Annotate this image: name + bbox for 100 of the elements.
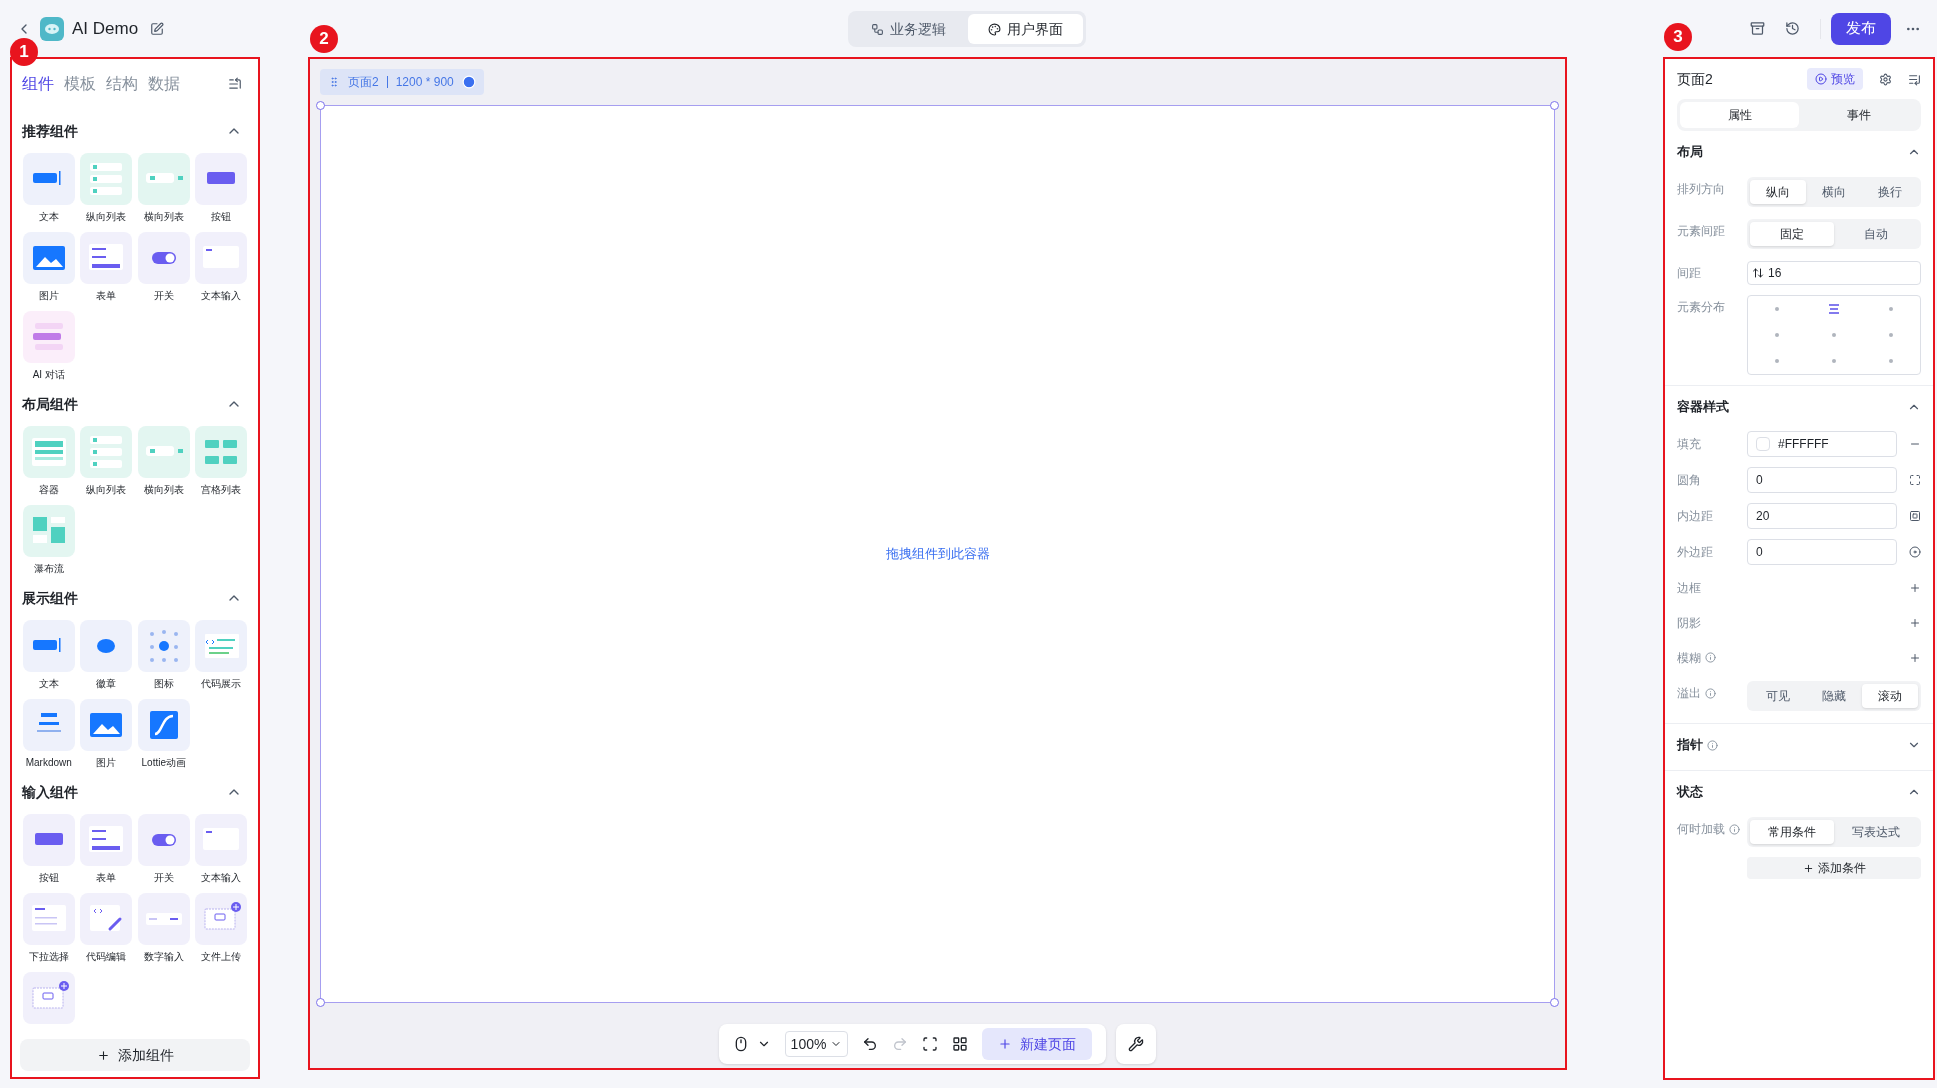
play-icon[interactable] [461,75,476,89]
history-icon[interactable] [1785,21,1800,36]
component-item[interactable]: 开关 [135,814,193,885]
collapse-panel-icon[interactable] [1908,72,1921,86]
component-thumbnail-icon [22,699,75,751]
resize-handle[interactable] [1550,101,1559,110]
component-item[interactable]: 图片 [77,699,135,770]
component-thumbnail-icon [22,620,75,672]
component-item[interactable]: 代码展示 [192,620,250,691]
wrench-icon [1128,1036,1145,1052]
component-item[interactable]: 容器 [20,426,78,497]
component-item[interactable]: 代码编辑 [77,893,135,964]
fit-screen-icon[interactable] [922,1036,939,1052]
preview-button[interactable]: 预览 [1807,68,1863,90]
input-field[interactable]: 20 [1747,503,1897,529]
segment-option[interactable]: 隐藏 [1806,684,1862,708]
input-field[interactable]: #FFFFFF [1747,431,1897,457]
input-field[interactable]: 16 [1747,261,1921,285]
properties-tab[interactable]: 属性 [1680,102,1799,128]
component-item[interactable]: 横向列表 [135,426,193,497]
zoom-select[interactable]: 100% [784,1031,849,1057]
component-item[interactable]: 纵向列表 [77,153,135,224]
segment-option[interactable]: 自动 [1834,222,1918,246]
component-thumbnail-icon [22,972,75,1024]
input-field[interactable]: 0 [1747,467,1897,493]
archive-icon[interactable] [1750,21,1765,36]
color-swatch[interactable] [1756,437,1770,451]
component-item[interactable]: 图标 [135,620,193,691]
segment-option[interactable]: 常用条件 [1750,820,1834,844]
component-item[interactable]: 表单 [77,232,135,303]
publish-button[interactable]: 发布 [1831,12,1891,45]
component-label: 图标 [153,677,174,691]
component-item[interactable]: 下拉选择 [20,893,78,964]
component-item[interactable]: 文本 [20,620,78,691]
add-component-button[interactable]: 添加组件 [20,1039,250,1071]
component-item[interactable]: 徽章 [77,620,135,691]
resize-handle[interactable] [316,998,325,1007]
component-item[interactable]: 按钮 [192,153,250,224]
add-icon[interactable] [1909,616,1921,629]
drag-handle-icon[interactable] [328,76,340,88]
collapse-panel-icon[interactable] [228,77,242,91]
component-item[interactable]: 横向列表 [135,153,193,224]
segment-option[interactable]: 写表达式 [1834,820,1918,844]
padding-icon[interactable] [1909,510,1921,522]
resize-handle[interactable] [316,101,325,110]
new-page-button[interactable]: 新建页面 [982,1028,1093,1060]
corners-icon[interactable] [1909,474,1921,486]
component-item[interactable]: 瀑布流 [20,505,78,576]
property-label: 边框 [1677,579,1701,597]
section-title: 推荐组件 [22,121,78,141]
component-item[interactable]: 纵向列表 [77,426,135,497]
segment-option[interactable]: 纵向 [1750,180,1806,204]
component-item[interactable]: 文件上传 [192,893,250,964]
properties-tab[interactable]: 事件 [1799,102,1918,128]
resize-handle[interactable] [1550,998,1559,1007]
align-lines-icon[interactable] [1828,304,1840,314]
component-item[interactable]: Lottie动画 [135,699,193,770]
segment-option[interactable]: 可见 [1750,684,1806,708]
grid-icon[interactable] [952,1036,969,1052]
component-thumbnail-icon [80,699,133,751]
component-item[interactable]: 文本输入 [192,814,250,885]
field-value: #FFFFFF [1778,436,1829,453]
mode-tab[interactable]: 用户界面 [968,14,1083,44]
component-label: 代码编辑 [86,950,127,964]
component-item[interactable]: 数字输入 [135,893,193,964]
add-icon[interactable] [1909,651,1921,664]
margin-icon[interactable] [1909,546,1921,558]
segment-option[interactable]: 换行 [1862,180,1918,204]
add-icon[interactable] [1909,581,1921,594]
property-label: 元素间距 [1677,223,1725,240]
component-item[interactable]: 开关 [135,232,193,303]
edit-icon[interactable] [150,21,165,36]
tools-button[interactable] [1116,1024,1157,1064]
add-condition-button[interactable]: 添加条件 [1747,857,1921,879]
component-thumbnail-icon [80,620,133,672]
undo-icon[interactable] [862,1036,879,1052]
palette-icon [988,22,1001,36]
input-field[interactable]: 0 [1747,539,1897,565]
panel-tab[interactable]: 组件 [22,72,54,96]
mode-tab[interactable]: 业务逻辑 [851,14,966,44]
component-item[interactable]: 文本 [20,153,78,224]
segment-option[interactable]: 滚动 [1862,684,1918,708]
field-value: 0 [1756,544,1763,561]
component-thumbnail-icon [195,620,248,672]
component-item[interactable]: 宫格列表 [192,426,250,497]
segment-option[interactable]: 横向 [1806,180,1862,204]
component-item[interactable]: 图片 [20,232,78,303]
robot-logo-icon [40,16,64,41]
property-label: 圆角 [1677,472,1701,489]
component-item[interactable]: 文本输入 [192,232,250,303]
component-label: AI 对话 [32,368,65,382]
component-item[interactable]: AI 对话 [20,311,78,382]
component-item[interactable]: 表单 [77,814,135,885]
component-thumbnail-icon [137,699,190,751]
component-item[interactable]: Markdown [20,699,78,770]
settings-icon[interactable] [1879,72,1892,86]
component-label: 文本输入 [201,289,242,303]
segment-option[interactable]: 固定 [1750,222,1834,246]
component-item[interactable]: 按钮 [20,814,78,885]
component-label: 纵向列表 [86,483,127,497]
